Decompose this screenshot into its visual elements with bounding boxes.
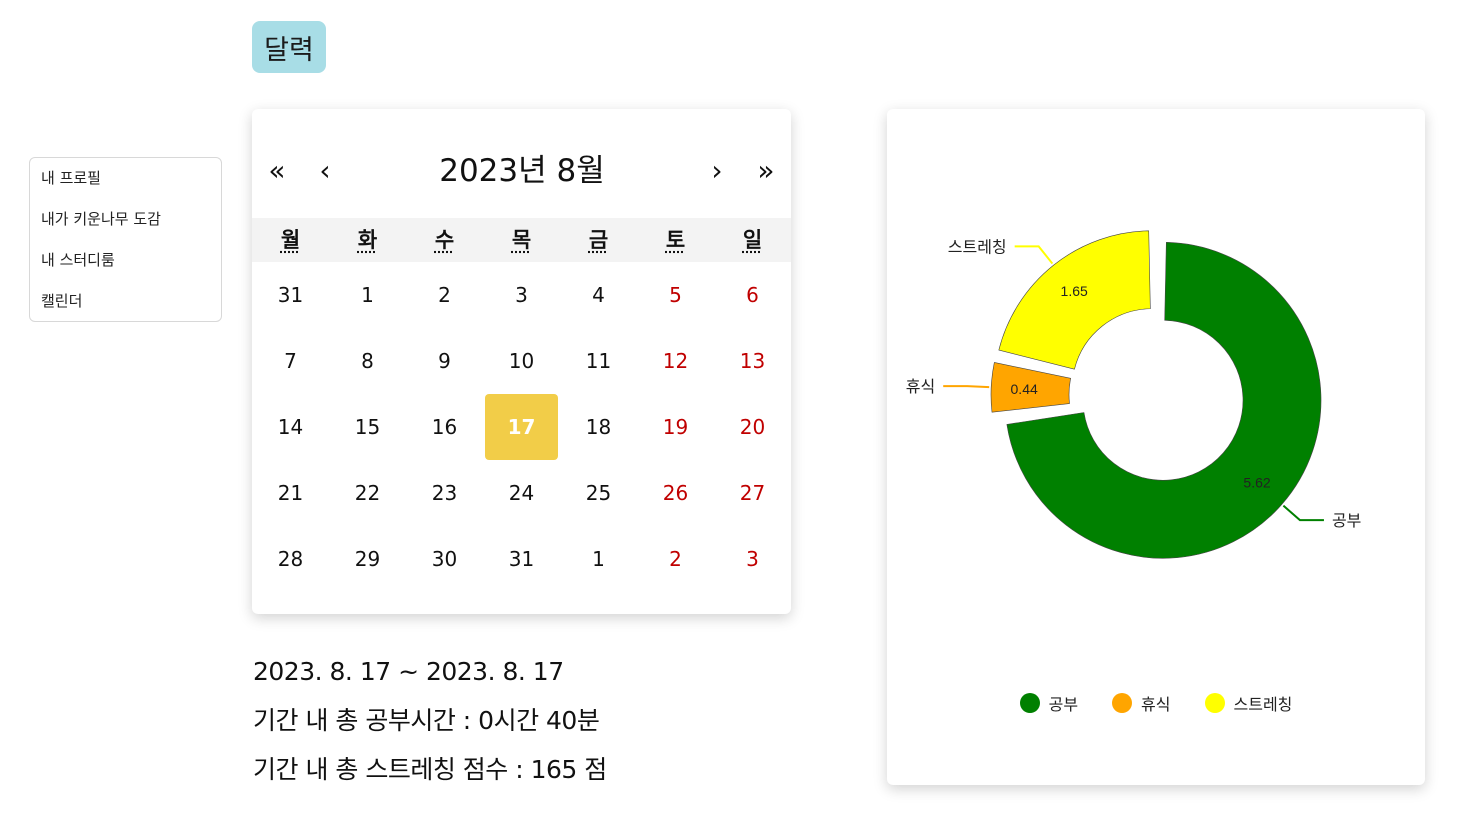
calendar-day[interactable]: 29 xyxy=(331,526,404,592)
weekday-label: 토 xyxy=(665,228,686,252)
sidebar-item-tree-collection[interactable]: 내가 키운나무 도감 xyxy=(30,207,221,248)
calendar-day[interactable]: 14 xyxy=(254,394,327,460)
chart-legend: 공부 휴식 스트레칭 xyxy=(887,688,1425,718)
prev-month-button[interactable]: ‹ xyxy=(303,151,347,191)
calendar-day[interactable]: 7 xyxy=(254,328,327,394)
donut-slice[interactable] xyxy=(998,230,1151,370)
slice-category-label: 휴식 xyxy=(906,377,935,396)
calendar: « ‹ 2023년 8월 › » 월 화 수 목 금 토 일 31 1 2 3 4 5 6 7… xyxy=(252,109,791,614)
calendar-day[interactable]: 5 xyxy=(639,262,712,328)
calendar-day[interactable]: 16 xyxy=(408,394,481,460)
calendar-day[interactable]: 4 xyxy=(562,262,635,328)
calendar-day[interactable]: 15 xyxy=(331,394,404,460)
legend-item[interactable]: 휴식 xyxy=(1112,688,1171,718)
next-month-button[interactable]: › xyxy=(695,151,739,191)
sidebar-item-calendar[interactable]: 캘린더 xyxy=(30,289,221,330)
calendar-day[interactable]: 3 xyxy=(716,526,789,592)
slice-category-label: 스트레칭 xyxy=(948,237,1007,256)
total-study-time-text: 기간 내 총 공부시간 : 0시간 40분 xyxy=(253,706,600,735)
calendar-day[interactable]: 8 xyxy=(331,328,404,394)
calendar-day[interactable]: 2 xyxy=(639,526,712,592)
legend-item[interactable]: 공부 xyxy=(1019,688,1079,718)
calendar-day[interactable]: 22 xyxy=(331,460,404,526)
sidebar-item-study-room[interactable]: 내 스터디룸 xyxy=(30,248,221,289)
calendar-day[interactable]: 30 xyxy=(408,526,481,592)
calendar-navigation: « ‹ 2023년 8월 › » xyxy=(252,109,791,218)
legend-label: 공부 xyxy=(1048,695,1079,714)
legend-color-dot xyxy=(1204,693,1225,713)
calendar-day[interactable]: 3 xyxy=(485,262,558,328)
prev-year-button[interactable]: « xyxy=(255,151,299,191)
calendar-day[interactable]: 18 xyxy=(562,394,635,460)
sidebar: 내 프로필 내가 키운나무 도감 내 스터디룸 캘린더 xyxy=(29,157,222,322)
calendar-day[interactable]: 21 xyxy=(254,460,327,526)
calendar-day[interactable]: 27 xyxy=(716,460,789,526)
calendar-day[interactable]: 25 xyxy=(562,460,635,526)
calendar-day[interactable]: 19 xyxy=(639,394,712,460)
calendar-day[interactable]: 9 xyxy=(408,328,481,394)
weekday-label: 목 xyxy=(511,228,532,252)
calendar-day[interactable]: 1 xyxy=(562,526,635,592)
calendar-day[interactable]: 31 xyxy=(254,262,327,328)
calendar-day-selected[interactable]: 17 xyxy=(485,394,558,460)
calendar-day[interactable]: 1 xyxy=(331,262,404,328)
calendar-day[interactable]: 6 xyxy=(716,262,789,328)
calendar-day[interactable]: 12 xyxy=(639,328,712,394)
sidebar-item-profile[interactable]: 내 프로필 xyxy=(30,166,221,207)
slice-category-label: 공부 xyxy=(1332,511,1361,530)
slice-value-label: 0.44 xyxy=(1011,381,1038,397)
calendar-day[interactable]: 24 xyxy=(485,460,558,526)
calendar-day[interactable]: 11 xyxy=(562,328,635,394)
page-title: 달력 xyxy=(252,21,326,73)
weekday-label: 일 xyxy=(742,228,763,252)
donut-chart: 5.62 공부 0.44 휴식 1.65 스트레칭 xyxy=(906,230,1361,559)
next-year-button[interactable]: » xyxy=(744,151,788,191)
weekday-label: 수 xyxy=(434,228,455,252)
calendar-day[interactable]: 2 xyxy=(408,262,481,328)
weekday-header: 월 화 수 목 금 토 일 xyxy=(252,218,791,262)
weekday-label: 월 xyxy=(280,228,301,252)
slice-leader-line xyxy=(943,385,990,389)
legend-label: 스트레칭 xyxy=(1233,695,1293,714)
calendar-day[interactable]: 10 xyxy=(485,328,558,394)
weekday-label: 화 xyxy=(357,228,378,252)
weekday-label: 금 xyxy=(588,228,609,252)
calendar-day[interactable]: 23 xyxy=(408,460,481,526)
legend-item[interactable]: 스트레칭 xyxy=(1204,688,1293,718)
slice-leader-line xyxy=(1014,245,1054,265)
calendar-day[interactable]: 28 xyxy=(254,526,327,592)
total-stretch-score-text: 기간 내 총 스트레칭 점수 : 165 점 xyxy=(253,755,607,784)
slice-value-label: 1.65 xyxy=(1061,283,1088,299)
calendar-days-grid: 31 1 2 3 4 5 6 7 8 9 10 11 12 13 14 15 16 17 18 19 20 21 22 23 2… xyxy=(252,262,791,592)
legend-label: 휴식 xyxy=(1141,695,1171,714)
date-range-text: 2023. 8. 17 ~ 2023. 8. 17 xyxy=(253,657,564,686)
legend-color-dot xyxy=(1019,693,1040,713)
calendar-day[interactable]: 20 xyxy=(716,394,789,460)
chart-card: 5.62 공부 0.44 휴식 1.65 스트레칭 공부 휴식 스트레칭 xyxy=(887,109,1425,785)
calendar-day[interactable]: 13 xyxy=(716,328,789,394)
slice-leader-line xyxy=(1282,504,1324,522)
calendar-day[interactable]: 31 xyxy=(485,526,558,592)
summary-panel: 2023. 8. 17 ~ 2023. 8. 17 기간 내 총 공부시간 : … xyxy=(253,652,607,799)
calendar-month-label[interactable]: 2023년 8월 xyxy=(372,147,672,195)
legend-color-dot xyxy=(1112,693,1133,713)
calendar-day[interactable]: 26 xyxy=(639,460,712,526)
slice-value-label: 5.62 xyxy=(1243,475,1270,491)
